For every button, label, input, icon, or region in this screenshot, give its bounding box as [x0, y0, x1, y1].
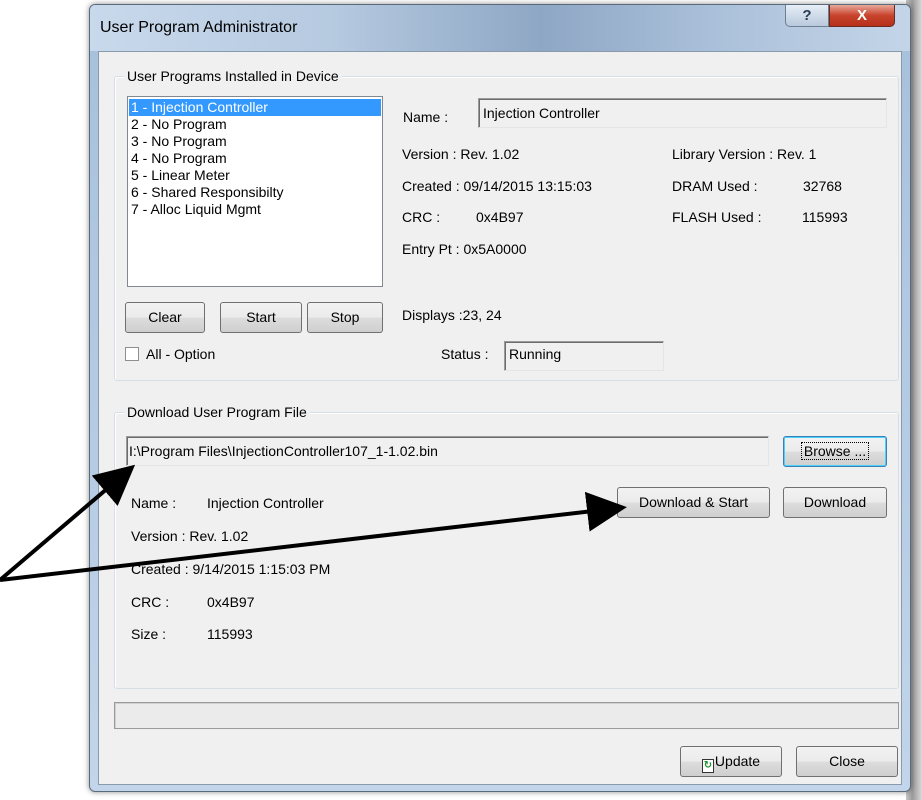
library-version: Library Version : Rev. 1 — [672, 146, 817, 162]
download-group-title: Download User Program File — [124, 403, 310, 421]
window-title: User Program Administrator — [100, 19, 298, 36]
flash-used-value: 115993 — [802, 209, 848, 225]
program-list[interactable]: 1 - Injection Controller 2 - No Program … — [127, 96, 383, 287]
all-option-label: All - Option — [146, 346, 216, 362]
update-button[interactable]: ↻ Update — [680, 746, 782, 777]
title-bar[interactable]: User Program Administrator ? X — [90, 5, 910, 51]
status-label: Status : — [441, 346, 489, 362]
installed-programs-group-title: User Programs Installed in Device — [124, 67, 342, 85]
program-list-item[interactable]: 2 - No Program — [129, 116, 381, 133]
help-button[interactable]: ? — [785, 5, 829, 27]
program-list-item[interactable]: 6 - Shared Responsibilty — [129, 184, 381, 201]
progress-bar — [114, 702, 899, 729]
browse-button-label: Browse ... — [800, 442, 870, 460]
file-size-label: Size : — [131, 626, 167, 642]
clear-button[interactable]: Clear — [125, 302, 205, 333]
program-list-item[interactable]: 3 - No Program — [129, 133, 381, 150]
file-crc-label: CRC : — [131, 594, 170, 610]
installed-version: Version : Rev. 1.02 — [402, 146, 520, 162]
window-close-button[interactable]: X — [829, 5, 895, 27]
file-name-label: Name : — [131, 495, 177, 511]
start-button[interactable]: Start — [220, 302, 302, 333]
file-created: Created : 9/14/2015 1:15:03 PM — [131, 561, 331, 577]
update-button-label: Update — [714, 753, 761, 769]
file-version: Version : Rev. 1.02 — [131, 528, 249, 544]
stop-button[interactable]: Stop — [307, 302, 383, 333]
file-name-value: Injection Controller — [207, 495, 324, 511]
installed-entry-point: Entry Pt : 0x5A0000 — [402, 241, 527, 257]
installed-crc-value: 0x4B97 — [476, 209, 524, 225]
flash-used-label: FLASH Used : — [672, 209, 762, 225]
file-path-field[interactable]: I:\Program Files\InjectionController107_… — [126, 436, 769, 466]
displays-info: Displays :23, 24 — [402, 307, 502, 323]
download-and-start-button[interactable]: Download & Start — [617, 487, 770, 518]
installed-name-label: Name : — [403, 109, 449, 125]
all-option-checkbox[interactable] — [125, 347, 139, 361]
dram-used-label: DRAM Used : — [672, 178, 758, 194]
program-list-item[interactable]: 4 - No Program — [129, 150, 381, 167]
close-button[interactable]: Close — [796, 746, 898, 777]
dram-used-value: 32768 — [803, 178, 842, 194]
program-list-item[interactable]: 7 - Alloc Liquid Mgmt — [129, 201, 381, 218]
program-list-item[interactable]: 1 - Injection Controller — [129, 99, 381, 116]
status-field: Running — [504, 341, 664, 371]
download-button[interactable]: Download — [783, 487, 887, 518]
update-icon: ↻ — [701, 759, 714, 773]
installed-name-field: Injection Controller — [478, 98, 887, 128]
installed-created: Created : 09/14/2015 13:15:03 — [402, 178, 592, 194]
program-list-item[interactable]: 5 - Linear Meter — [129, 167, 381, 184]
installed-crc-label: CRC : — [402, 209, 441, 225]
browse-button[interactable]: Browse ... — [783, 436, 887, 467]
file-size-value: 115993 — [207, 626, 253, 642]
file-crc-value: 0x4B97 — [207, 594, 255, 610]
